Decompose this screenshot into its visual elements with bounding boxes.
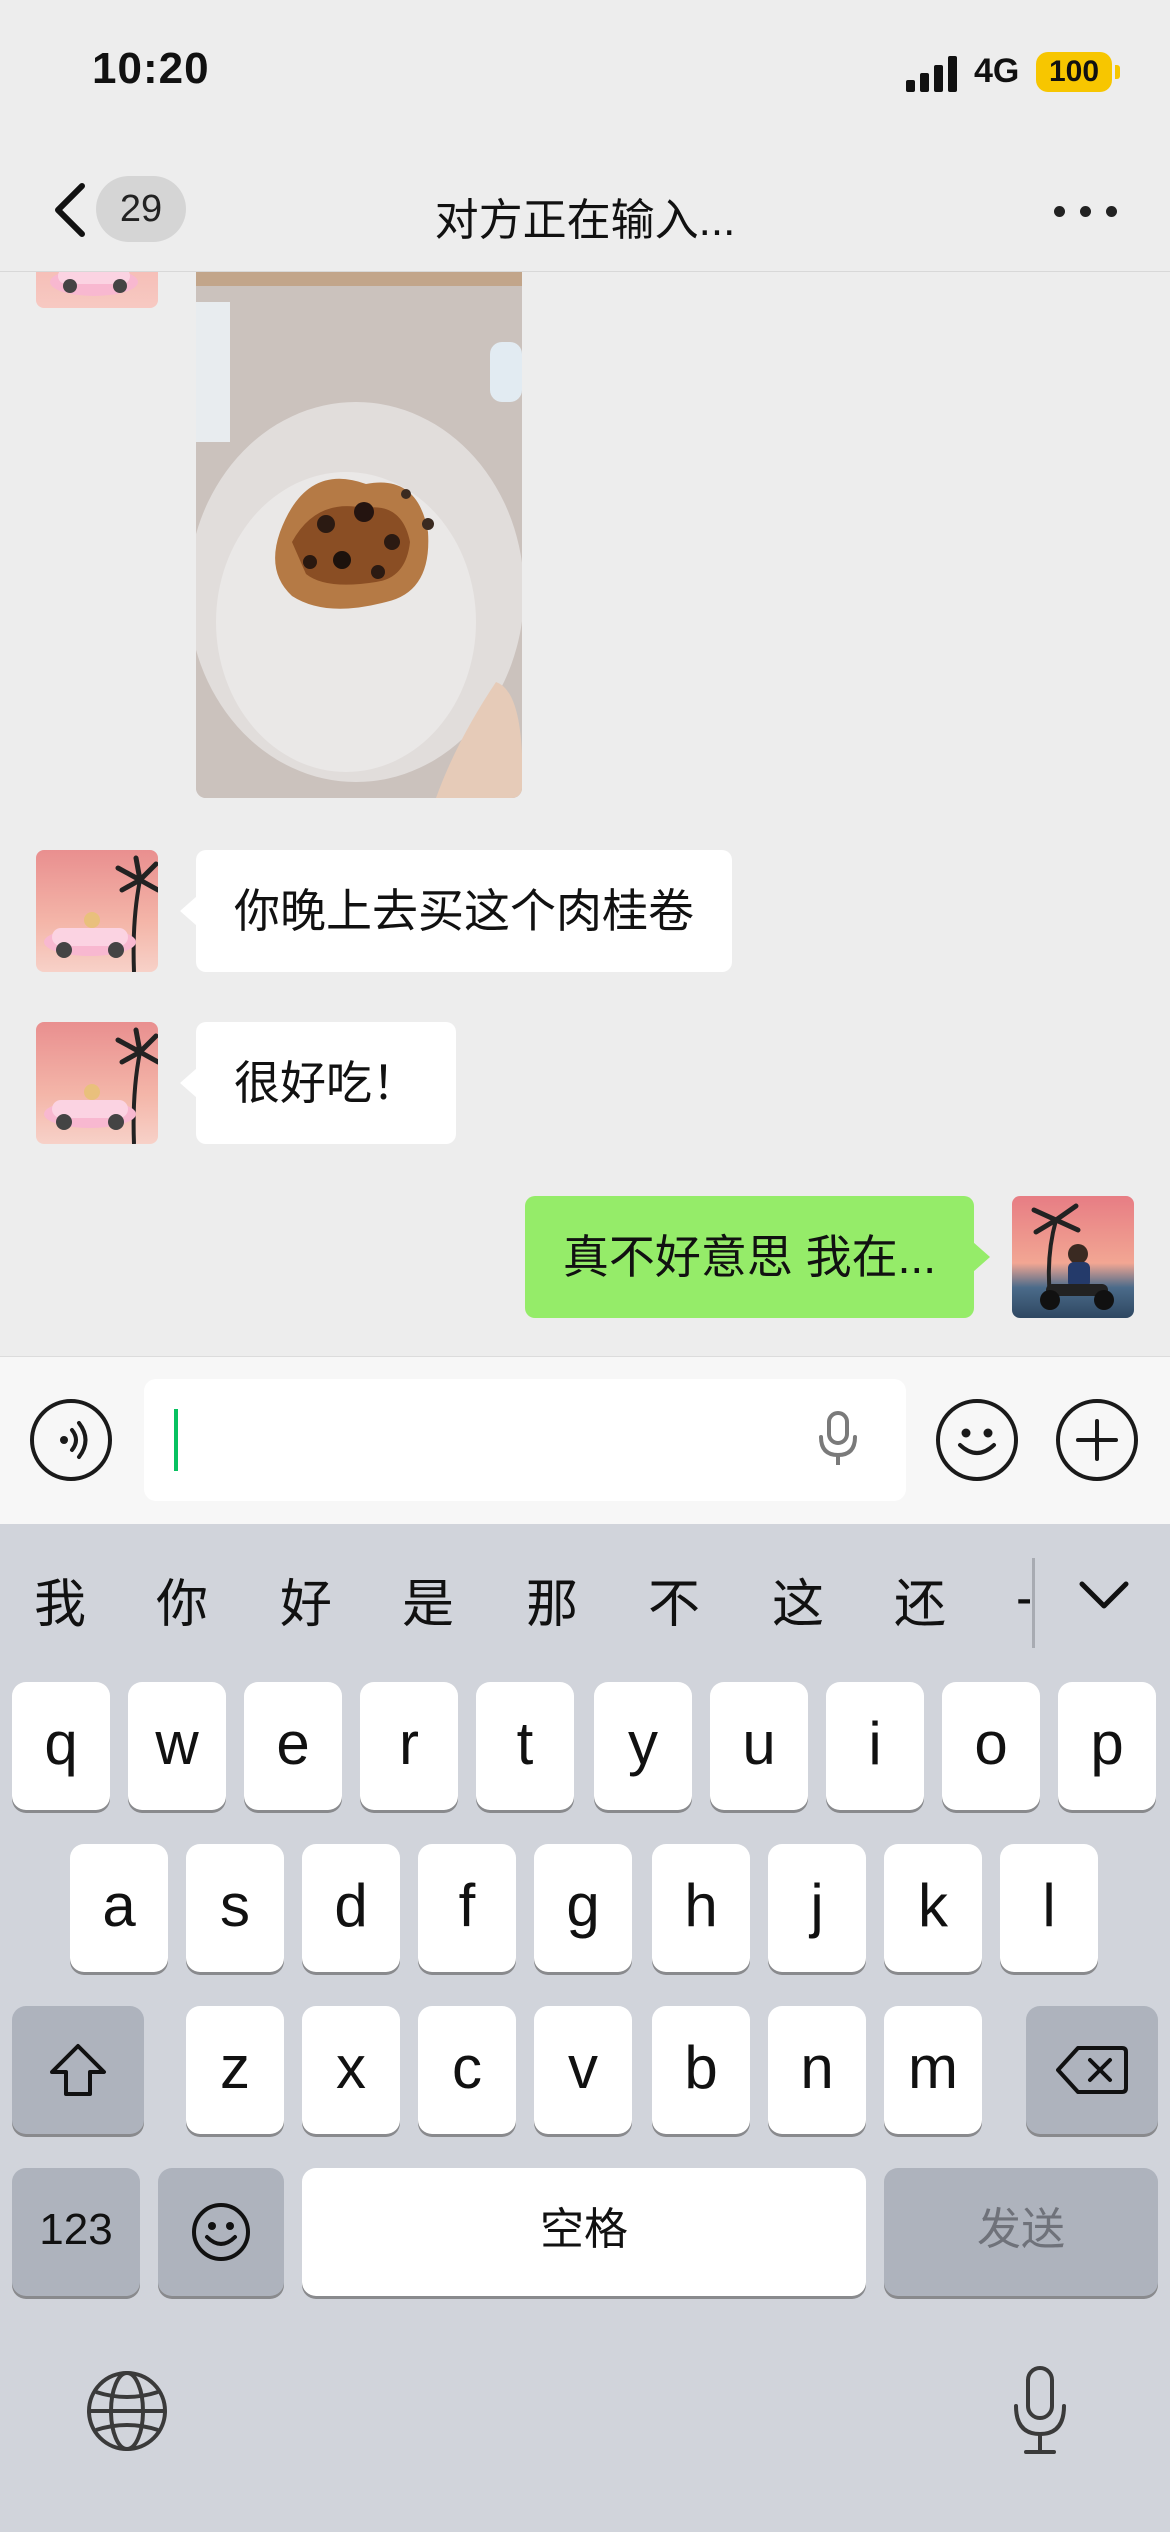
key-g[interactable]: g <box>534 1844 632 1972</box>
chat-title: 对方正在输入... <box>434 196 736 245</box>
chevron-down-icon[interactable] <box>1076 1576 1132 1616</box>
contact-avatar[interactable] <box>36 850 158 972</box>
message-bubble-incoming[interactable]: 你晚上去买这个肉桂卷 <box>180 850 732 972</box>
message-bubble-outgoing[interactable]: 真不好意思 我在... <box>524 1196 991 1318</box>
key-k[interactable]: k <box>884 1844 982 1972</box>
key-y[interactable]: y <box>594 1682 692 1810</box>
key-c[interactable]: c <box>418 2006 516 2134</box>
key-q[interactable]: q <box>12 1682 110 1810</box>
chat-header: 29 对方正在输入... <box>0 150 1170 272</box>
candidate-divider <box>1032 1558 1035 1648</box>
key-v[interactable]: v <box>534 2006 632 2134</box>
globe-icon[interactable] <box>84 2368 170 2454</box>
key-x[interactable]: x <box>302 2006 400 2134</box>
plus-icon <box>1076 1419 1118 1461</box>
keyboard: 我 你 好 是 那 不 这 还 一 q w e r t y u i o p a … <box>0 1524 1170 2532</box>
battery-icon: 100 <box>1036 52 1120 92</box>
voice-mode-button[interactable] <box>30 1399 112 1481</box>
numbers-key[interactable]: 123 <box>12 2168 140 2296</box>
my-avatar[interactable] <box>1012 1196 1134 1318</box>
key-m[interactable]: m <box>884 2006 982 2134</box>
status-bar: 10:20 4G 100 <box>0 0 1170 150</box>
candidate-word[interactable]: 那 <box>526 1562 578 1637</box>
backspace-icon <box>1056 2046 1128 2094</box>
candidate-word[interactable]: 是 <box>402 1562 454 1637</box>
key-d[interactable]: d <box>302 1844 400 1972</box>
candidate-word[interactable]: 不 <box>648 1562 700 1637</box>
shift-arrow-icon <box>50 2044 106 2096</box>
emoji-button[interactable] <box>936 1399 1018 1481</box>
emoji-keyboard-key[interactable] <box>158 2168 284 2296</box>
key-r[interactable]: r <box>360 1682 458 1810</box>
key-p[interactable]: p <box>1058 1682 1156 1810</box>
dictation-microphone-icon[interactable] <box>1010 2364 1070 2456</box>
text-caret <box>174 1409 178 1471</box>
contact-avatar[interactable] <box>36 1022 158 1144</box>
smiley-icon <box>192 2203 250 2261</box>
candidate-word[interactable]: 你 <box>156 1562 208 1637</box>
candidate-word[interactable]: 我 <box>34 1562 86 1637</box>
key-i[interactable]: i <box>826 1682 924 1810</box>
key-j[interactable]: j <box>768 1844 866 1972</box>
shift-key[interactable] <box>12 2006 144 2134</box>
smiley-icon <box>958 1428 996 1455</box>
more-options-button[interactable] <box>1050 184 1122 236</box>
key-t[interactable]: t <box>476 1682 574 1810</box>
candidate-bar: 我 你 好 是 那 不 这 还 一 <box>0 1524 1170 1664</box>
space-key[interactable]: 空格 <box>302 2168 866 2296</box>
add-attachment-button[interactable] <box>1056 1399 1138 1481</box>
network-type: 4G <box>974 52 1020 90</box>
key-e[interactable]: e <box>244 1682 342 1810</box>
key-w[interactable]: w <box>128 1682 226 1810</box>
key-o[interactable]: o <box>942 1682 1040 1810</box>
message-bubble-incoming[interactable]: 很好吃！ <box>180 1022 456 1144</box>
status-time: 10:20 <box>92 44 210 93</box>
message-input[interactable] <box>144 1379 906 1501</box>
key-a[interactable]: a <box>70 1844 168 1972</box>
microphone-icon[interactable] <box>816 1409 860 1469</box>
key-b[interactable]: b <box>652 2006 750 2134</box>
key-n[interactable]: n <box>768 2006 866 2134</box>
key-u[interactable]: u <box>710 1682 808 1810</box>
candidate-word[interactable]: 好 <box>280 1562 332 1637</box>
voice-icon <box>60 1421 88 1459</box>
delete-key[interactable] <box>1026 2006 1158 2134</box>
contact-avatar[interactable] <box>36 272 158 308</box>
signal-icon <box>906 56 960 92</box>
candidate-word[interactable]: 这 <box>772 1562 824 1637</box>
candidate-word[interactable]: 一 <box>1016 1562 1030 1637</box>
key-z[interactable]: z <box>186 2006 284 2134</box>
input-bar <box>0 1356 1170 1524</box>
image-message[interactable] <box>196 272 522 798</box>
key-l[interactable]: l <box>1000 1844 1098 1972</box>
key-f[interactable]: f <box>418 1844 516 1972</box>
message-list[interactable]: 你晚上去买这个肉桂卷 很好吃！ 真不好意思 我在... <box>0 272 1170 1356</box>
key-h[interactable]: h <box>652 1844 750 1972</box>
key-s[interactable]: s <box>186 1844 284 1972</box>
send-key[interactable]: 发送 <box>884 2168 1158 2296</box>
candidate-word[interactable]: 还 <box>894 1562 946 1637</box>
